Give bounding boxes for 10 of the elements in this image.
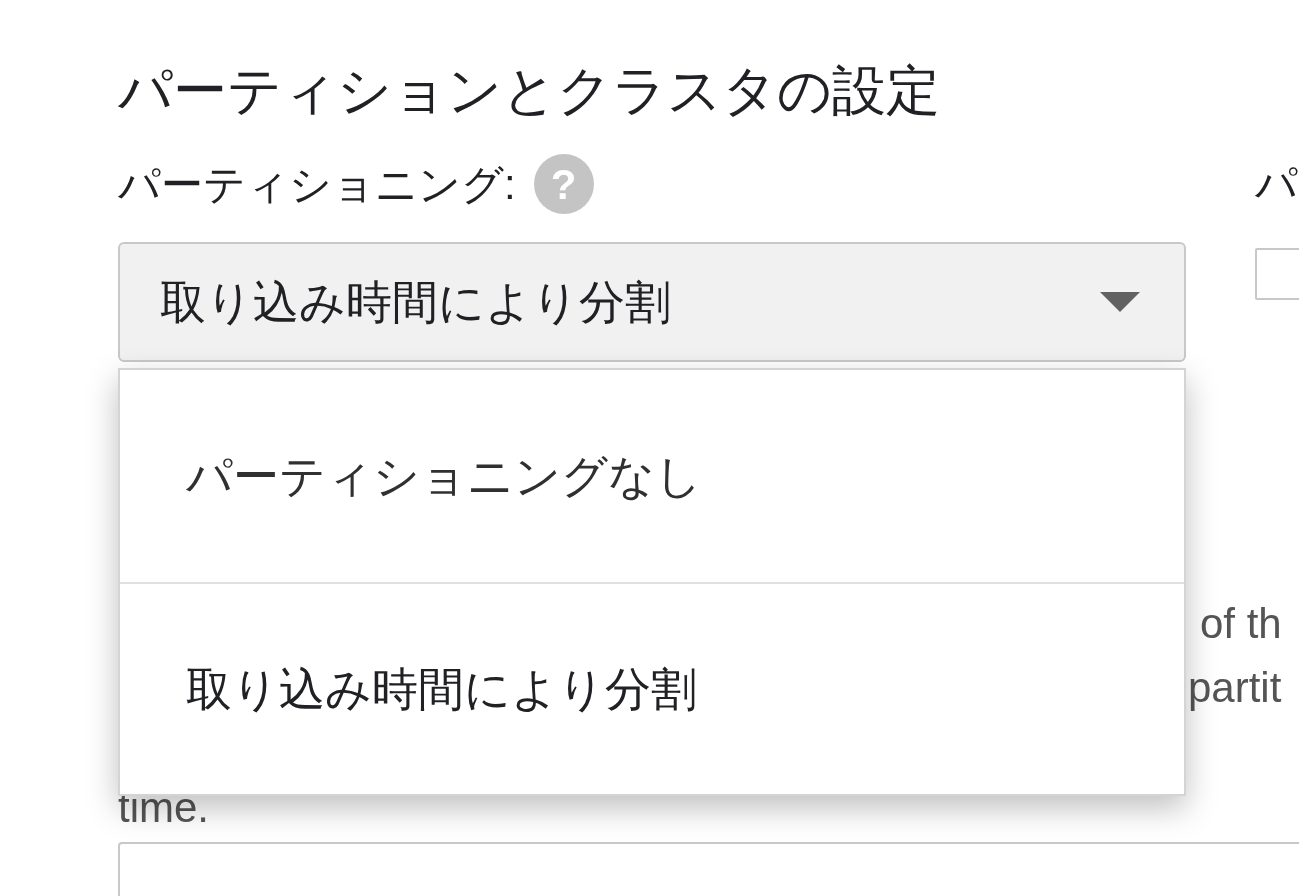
field-label: パ	[1255, 159, 1299, 209]
dropdown-option[interactable]: パーティショニングなし	[120, 370, 1184, 582]
checkbox[interactable]	[1255, 248, 1299, 300]
caret-icon	[1100, 292, 1140, 312]
partitioning-dropdown[interactable]: 取り込み時間により分割	[118, 242, 1186, 362]
section-title: パーティションとクラスタの設定	[118, 59, 941, 122]
dropdown-option[interactable]: 取り込み時間により分割	[120, 582, 1184, 794]
description-text: partit	[1188, 664, 1282, 711]
field-label: パーティショニング:	[118, 159, 516, 210]
description-text: of th	[1200, 600, 1282, 647]
